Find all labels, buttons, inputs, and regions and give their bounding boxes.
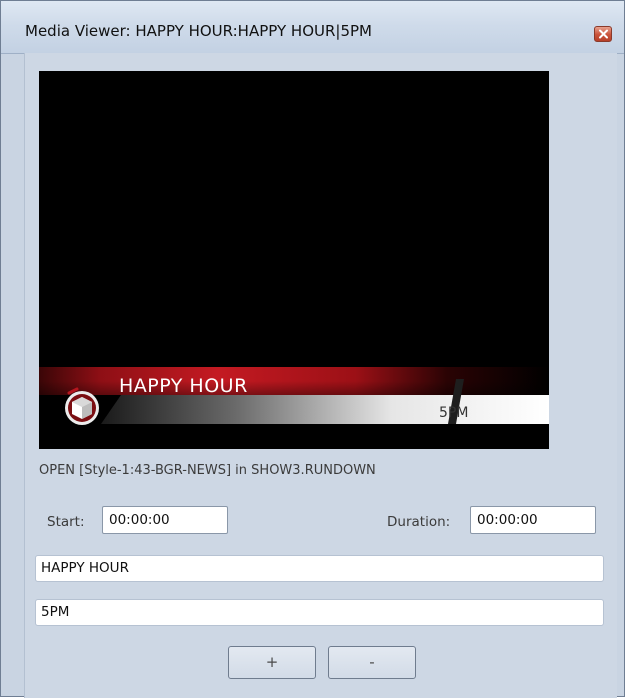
preview-overlay-time: 5PM (439, 405, 469, 421)
duration-input[interactable]: 00:00:00 (470, 506, 596, 534)
media-preview (39, 71, 549, 449)
close-icon (599, 29, 608, 39)
media-viewer-window: Media Viewer: HAPPY HOUR:HAPPY HOUR|5PM (0, 0, 625, 698)
remove-button[interactable]: - (328, 646, 416, 679)
duration-label: Duration: (387, 514, 451, 530)
start-time-input[interactable]: 00:00:00 (102, 506, 228, 534)
station-logo-icon (65, 387, 99, 425)
text-line-2-input[interactable]: 5PM (35, 599, 604, 626)
title-bar[interactable]: Media Viewer: HAPPY HOUR:HAPPY HOUR|5PM (1, 1, 624, 54)
preview-overlay-title: HAPPY HOUR (119, 375, 248, 397)
close-button[interactable] (594, 26, 612, 42)
start-label: Start: (47, 514, 85, 530)
text-line-1-input[interactable]: HAPPY HOUR (35, 555, 604, 582)
status-line: OPEN [Style-1:43-BGR-NEWS] in SHOW3.RUND… (39, 463, 376, 478)
add-button[interactable]: + (228, 646, 316, 679)
window-title: Media Viewer: HAPPY HOUR:HAPPY HOUR|5PM (25, 22, 372, 40)
